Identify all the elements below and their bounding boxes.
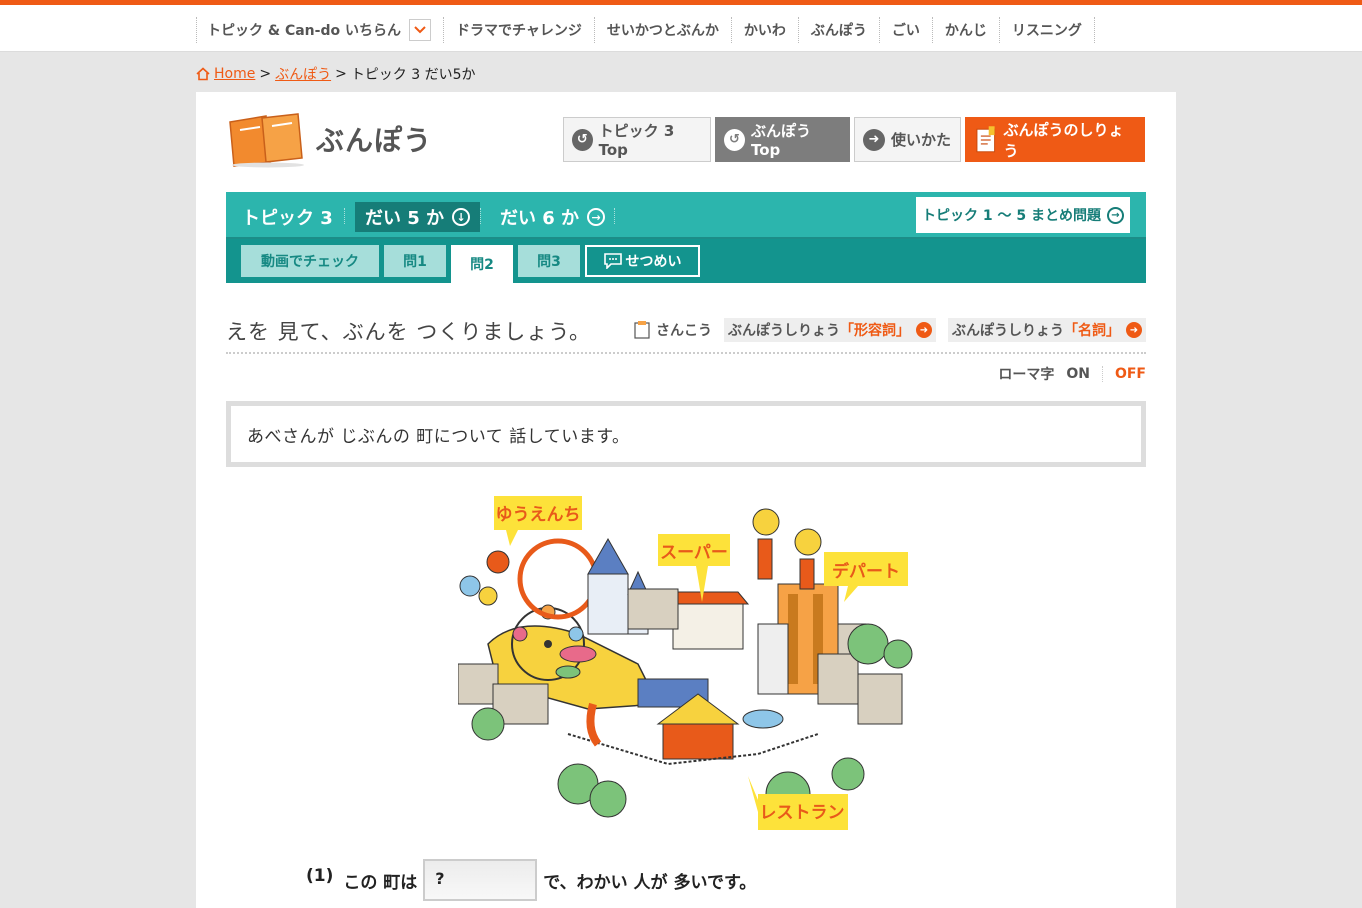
instruction-text: えを 見て、ぶんを つくりましょう。 [226, 320, 592, 344]
lesson-tabs: トピック 3 だい 5 か ↓ だい 6 か → トピック 1 〜 5 まとめ問… [226, 192, 1146, 239]
notepad-icon [634, 321, 650, 339]
label-department-text: デパート [832, 561, 900, 582]
page-title: ぶんぽう [316, 124, 433, 157]
topic-top-button[interactable]: ↺ トピック 3 Top [563, 117, 711, 162]
nav-item-culture[interactable]: せいかつとぶんか [593, 17, 731, 43]
question-number: (1) [306, 866, 334, 886]
books-icon [229, 113, 304, 168]
arrow-right-icon: ➜ [1126, 322, 1142, 338]
label-amusement: ゆうえんち [494, 496, 582, 546]
tab-explanation[interactable]: せつめい [585, 245, 700, 277]
question-text-after: で、わかい 人が 多いです。 [543, 872, 757, 893]
romaji-on-button[interactable]: ON [1066, 366, 1090, 382]
reference-label-text: さんこう [656, 323, 712, 339]
tab-video-check[interactable]: 動画でチェック [241, 245, 379, 277]
adjective-reference-link[interactable]: ぶんぽうしりょう 「形容詞」 ➜ [724, 318, 936, 342]
arrow-right-icon: ➜ [863, 128, 885, 151]
tab-topic-3[interactable]: トピック 3 [232, 202, 343, 232]
ref-prefix: ぶんぽうしりょう [952, 323, 1064, 339]
reference-links: さんこう ぶんぽうしりょう 「形容詞」 ➜ ぶんぽうしりょう 「名詞」 ➜ [634, 318, 1146, 342]
reference-label: さんこう [634, 320, 712, 340]
romaji-off-button[interactable]: OFF [1101, 366, 1146, 382]
breadcrumb-separator: > [335, 66, 347, 82]
lesson-navigation: トピック 3 だい 5 か ↓ だい 6 か → トピック 1 〜 5 まとめ問… [226, 192, 1146, 283]
breadcrumb-home-link[interactable]: Home [214, 66, 255, 82]
chevron-down-icon[interactable] [408, 19, 431, 41]
ref-highlight: 「形容詞」 [840, 323, 910, 339]
topic-top-label: トピック 3 Top [598, 122, 675, 159]
summary-label: トピック 1 〜 5 まとめ問題 [922, 208, 1101, 224]
breadcrumb-section-link[interactable]: ぶんぽう [275, 64, 331, 84]
tab-question-2[interactable]: 問2 [451, 245, 513, 283]
breadcrumb-separator: > [259, 66, 272, 82]
tab-divider [480, 208, 481, 224]
question-tabs: 動画でチェック 問1 問2 問3 せつめい [226, 239, 1146, 283]
arrow-right-icon: ➜ [916, 322, 932, 338]
instruction-row: えを 見て、ぶんを つくりましょう。 さんこう ぶんぽうしりょう 「形容詞」 ➜… [226, 314, 1146, 354]
home-icon [196, 67, 210, 81]
speech-bubble-icon [603, 253, 622, 269]
howto-label: 使いかた [891, 131, 952, 149]
grammar-top-button[interactable]: ↺ ぶんぽう Top [715, 117, 850, 162]
tab-divider [614, 208, 615, 224]
grammar-materials-label: ぶんぽうのしりょう [1003, 120, 1124, 160]
ref-highlight: 「名詞」 [1064, 323, 1120, 339]
label-amusement-text: ゆうえんち [496, 505, 581, 525]
summary-questions-button[interactable]: トピック 1 〜 5 まとめ問題 → [916, 197, 1130, 233]
nav-item-listening[interactable]: リスニング [998, 17, 1095, 43]
nav-item-grammar[interactable]: ぶんぽう [797, 17, 879, 43]
tab-question-1[interactable]: 問1 [384, 245, 446, 277]
return-icon: ↺ [572, 128, 593, 151]
memo-icon [976, 125, 996, 152]
tab-lesson-6-label: だい 6 か [500, 208, 580, 229]
question-text-before: この 町は [343, 872, 418, 893]
header-buttons: ↺ トピック 3 Top ↺ ぶんぽう Top ➜ 使いかた ぶんぽうのしりょう [563, 117, 1145, 162]
tab-question-3[interactable]: 問3 [518, 245, 580, 277]
context-text: あべさんが じぶんの 町について 話しています。 [231, 406, 1141, 462]
arrow-down-circle-icon: ↓ [452, 208, 471, 226]
arrow-right-circle-icon: → [1106, 206, 1124, 224]
town-illustration: ゆうえんち スーパー デパート レストラン [458, 496, 913, 830]
label-supermarket-text: スーパー [660, 543, 728, 563]
tab-topic-3-label: トピック 3 [242, 208, 333, 229]
nav-item-drama[interactable]: ドラマでチャレンジ [442, 17, 594, 43]
howto-button[interactable]: ➜ 使いかた [854, 117, 961, 162]
noun-reference-link[interactable]: ぶんぽうしりょう 「名詞」 ➜ [948, 318, 1146, 342]
breadcrumb: Home > ぶんぽう > トピック 3 だい5か [196, 64, 476, 84]
main-panel: ぶんぽう ↺ トピック 3 Top ↺ ぶんぽう Top ➜ 使いかた ぶんぽう… [196, 92, 1176, 908]
breadcrumb-current: トピック 3 だい5か [350, 67, 476, 83]
question-1: (1) この 町は ? で、わかい 人が 多いです。 [306, 859, 756, 901]
return-icon: ↺ [724, 128, 745, 151]
tab-lesson-5[interactable]: だい 5 か ↓ [355, 202, 481, 232]
romaji-label: ローマ字 [998, 367, 1055, 383]
answer-input[interactable]: ? [423, 859, 538, 901]
tab-explanation-label: せつめい [625, 254, 682, 270]
nav-item-conversation[interactable]: かいわ [730, 17, 798, 43]
ref-prefix: ぶんぽうしりょう [728, 323, 840, 339]
nav-item-topics[interactable]: トピック & Can-do いちらん [196, 17, 443, 43]
romaji-toggle: ローマ字 ON OFF [998, 364, 1146, 384]
nav-item-kanji[interactable]: かんじ [931, 17, 999, 43]
tab-lesson-5-label: だい 5 か [365, 208, 445, 229]
context-box: あべさんが じぶんの 町について 話しています。 [226, 401, 1146, 467]
label-restaurant-text: レストラン [760, 803, 845, 823]
nav-item-label: トピック & Can-do いちらん [207, 23, 401, 39]
nav-item-vocabulary[interactable]: ごい [878, 17, 932, 43]
arrow-right-circle-icon: → [587, 208, 606, 226]
grammar-materials-button[interactable]: ぶんぽうのしりょう [965, 117, 1145, 162]
page-header: ぶんぽう [226, 110, 432, 168]
global-nav: トピック & Can-do いちらん ドラマでチャレンジ せいかつとぶんか かい… [0, 5, 1362, 52]
tab-lesson-6[interactable]: だい 6 か → [490, 202, 615, 232]
grammar-top-label: ぶんぽう Top [750, 122, 811, 159]
tab-divider [344, 208, 345, 224]
